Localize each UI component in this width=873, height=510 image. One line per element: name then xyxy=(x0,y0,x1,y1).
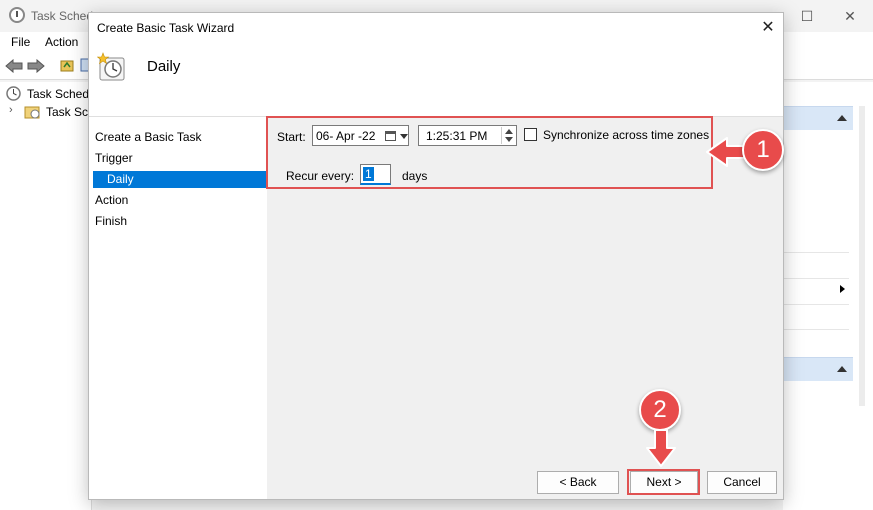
clock-icon xyxy=(9,7,25,23)
tree-item-root[interactable]: Task Schedu xyxy=(27,87,92,101)
calendar-icon[interactable] xyxy=(385,131,396,141)
spin-up-icon[interactable] xyxy=(505,129,513,134)
start-time-picker[interactable]: 1:25:31 PM xyxy=(418,125,517,146)
arrow-down-annotation-icon xyxy=(646,429,676,467)
actions-header-1[interactable] xyxy=(783,106,853,130)
actions-header-2[interactable] xyxy=(783,357,853,381)
wizard-steps-nav: Create a Basic Task Trigger Daily Action… xyxy=(89,117,267,499)
dialog-title: Create Basic Task Wizard xyxy=(97,21,235,35)
console-tree: Task Schedu › Task Sch xyxy=(0,82,92,510)
divider xyxy=(783,278,849,279)
recur-days-input[interactable]: 1 xyxy=(360,164,391,185)
start-date-value: 06- Apr -22 xyxy=(316,129,376,143)
actions-pane xyxy=(783,82,873,510)
divider xyxy=(783,329,849,330)
step-badge-2: 2 xyxy=(639,389,681,431)
task-scheduler-icon xyxy=(6,86,21,101)
next-button[interactable]: Next > xyxy=(630,471,698,494)
maximize-icon[interactable]: ☐ xyxy=(797,6,817,26)
collapse-icon xyxy=(837,366,847,372)
task-wizard-icon xyxy=(97,52,125,81)
menu-action[interactable]: Action xyxy=(45,35,78,49)
daily-settings-panel: Start: 06- Apr -22 1:25:31 PM Synchroniz… xyxy=(267,117,783,499)
submenu-arrow-icon[interactable] xyxy=(840,285,845,293)
forward-arrow-icon[interactable] xyxy=(27,59,45,73)
recur-unit-label: days xyxy=(402,169,428,183)
menu-file[interactable]: File xyxy=(11,35,30,49)
nav-step-create-task[interactable]: Create a Basic Task xyxy=(95,129,267,146)
nav-step-finish[interactable]: Finish xyxy=(95,213,267,230)
start-label: Start: xyxy=(277,130,306,144)
start-date-picker[interactable]: 06- Apr -22 xyxy=(312,125,409,146)
divider xyxy=(783,252,849,253)
wizard-page-title: Daily xyxy=(147,58,181,75)
recur-label: Recur every: xyxy=(286,169,355,183)
back-button[interactable]: < Back xyxy=(537,471,619,494)
nav-step-daily[interactable]: Daily xyxy=(93,171,267,188)
collapse-icon xyxy=(837,115,847,121)
create-basic-task-wizard: Create Basic Task Wizard ✕ Daily Create … xyxy=(88,12,784,500)
tree-item-library[interactable]: Task Sch xyxy=(46,105,92,119)
folder-up-icon[interactable] xyxy=(60,58,74,72)
dialog-titlebar: Create Basic Task Wizard ✕ xyxy=(89,13,783,43)
divider xyxy=(783,304,849,305)
dialog-close-icon[interactable]: ✕ xyxy=(757,17,779,39)
nav-step-action[interactable]: Action xyxy=(95,192,267,209)
dialog-header: Daily xyxy=(89,43,783,117)
spin-down-icon[interactable] xyxy=(505,137,513,142)
chevron-down-icon[interactable] xyxy=(400,134,408,139)
chevron-right-icon[interactable]: › xyxy=(9,104,13,116)
step-badge-1: 1 xyxy=(742,129,784,171)
time-spinner[interactable] xyxy=(501,127,515,144)
recur-value: 1 xyxy=(363,167,374,181)
back-arrow-icon[interactable] xyxy=(5,59,23,73)
close-icon[interactable]: ✕ xyxy=(840,6,860,26)
scrollbar[interactable] xyxy=(859,106,865,406)
cancel-button[interactable]: Cancel xyxy=(707,471,777,494)
start-time-value: 1:25:31 PM xyxy=(426,129,488,143)
sync-timezones-checkbox[interactable] xyxy=(524,128,537,141)
nav-step-trigger[interactable]: Trigger xyxy=(95,150,267,167)
folder-clock-icon xyxy=(24,106,40,119)
sync-timezones-label[interactable]: Synchronize across time zones xyxy=(543,128,709,142)
